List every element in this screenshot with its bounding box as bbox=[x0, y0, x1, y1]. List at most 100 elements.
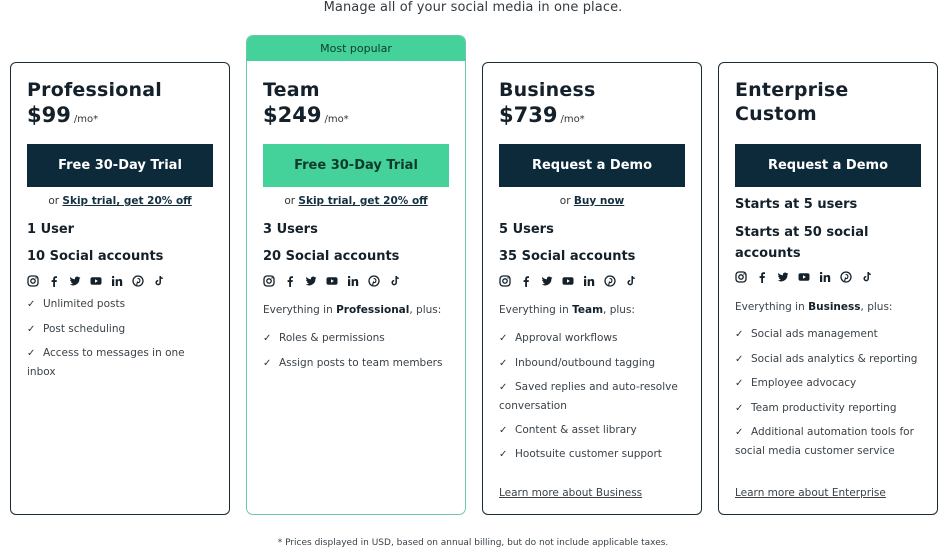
price-line: $99 /mo* bbox=[27, 102, 213, 133]
check-icon: ✓ bbox=[499, 424, 508, 436]
check-icon: ✓ bbox=[27, 323, 36, 335]
free-trial-button[interactable]: Free 30-Day Trial bbox=[27, 144, 213, 187]
pinterest-icon[interactable] bbox=[840, 269, 861, 285]
plan-name: Business bbox=[499, 79, 596, 101]
feature-item: ✓ Approval workflows bbox=[499, 329, 685, 348]
feature-item: ✓ Assign posts to team members bbox=[263, 354, 449, 373]
plan-intro: Everything in Team, plus: bbox=[499, 304, 635, 316]
tiktok-icon[interactable] bbox=[389, 273, 410, 289]
plan-price: Custom bbox=[735, 103, 817, 125]
feature-item: ✓ Post scheduling bbox=[27, 320, 213, 339]
request-demo-button[interactable]: Request a Demo bbox=[735, 144, 921, 187]
plan-card-professional: Professional $99 /mo* Free 30-Day Trial … bbox=[10, 62, 230, 515]
social-accounts-count: 10 Social accounts bbox=[27, 249, 164, 264]
feature-item: ✓ Inbound/outbound tagging bbox=[499, 354, 685, 373]
feature-item: ✓ Social ads analytics & reporting bbox=[735, 350, 921, 369]
plan-price: $249 bbox=[263, 103, 322, 127]
check-icon: ✓ bbox=[499, 449, 508, 460]
users-count: Starts at 5 users bbox=[735, 197, 858, 212]
plan-name: Enterprise bbox=[735, 79, 849, 101]
alt-offer: or Skip trial, get 20% off bbox=[27, 194, 213, 208]
pricing-footnote: * Prices displayed in USD, based on annu… bbox=[277, 538, 669, 548]
feature-item: ✓ Saved replies and auto-resolve conversa… bbox=[499, 381, 678, 412]
twitter-icon[interactable] bbox=[777, 269, 798, 285]
most-popular-badge: Most popular bbox=[247, 36, 465, 61]
alt-prefix: or bbox=[284, 195, 299, 207]
plan-card-team: Most popular Team $249 /mo* Free 30-Day … bbox=[246, 35, 466, 515]
feature-item: ✓ Unlimited posts bbox=[27, 295, 213, 314]
social-icons-row bbox=[263, 273, 449, 289]
youtube-icon[interactable] bbox=[798, 269, 819, 285]
social-accounts-count: Starts at 50 social accounts bbox=[735, 225, 869, 261]
alt-offer: or Buy now bbox=[499, 194, 685, 208]
feature-item: ✓ Content & asset library bbox=[499, 421, 685, 440]
check-icon: ✓ bbox=[735, 402, 744, 414]
users-count: 1 User bbox=[27, 222, 75, 237]
pinterest-icon[interactable] bbox=[132, 273, 153, 289]
alt-prefix: or bbox=[559, 195, 574, 207]
feature-item: ✓ Roles & permissions bbox=[263, 329, 449, 348]
feature-item: ✓ Employee advocacy bbox=[735, 374, 921, 393]
social-icons-row bbox=[499, 273, 685, 289]
twitter-icon[interactable] bbox=[541, 273, 562, 289]
instagram-icon[interactable] bbox=[499, 273, 520, 289]
users-count: 3 Users bbox=[263, 222, 318, 237]
youtube-icon[interactable] bbox=[562, 273, 583, 289]
plan-intro: Everything in Professional, plus: bbox=[263, 304, 442, 316]
check-icon: ✓ bbox=[27, 348, 36, 359]
plan-name: Team bbox=[263, 79, 320, 101]
instagram-icon[interactable] bbox=[735, 269, 756, 285]
social-icons-row bbox=[27, 273, 213, 289]
alt-prefix: or bbox=[48, 195, 63, 207]
instagram-icon[interactable] bbox=[263, 273, 284, 289]
feature-list: ✓ Roles & permissions ✓ Assign posts to te… bbox=[263, 329, 449, 378]
youtube-icon[interactable] bbox=[90, 273, 111, 289]
plan-name: Professional bbox=[27, 79, 162, 101]
tiktok-icon[interactable] bbox=[861, 269, 882, 285]
feature-item: ✓ Hootsuite customer support bbox=[499, 445, 685, 464]
feature-list: ✓ Social ads management ✓ Social ads analy… bbox=[735, 325, 921, 466]
buy-now-link[interactable]: Buy now bbox=[574, 195, 624, 207]
feature-item: ✓ Additional automation tools for social … bbox=[735, 426, 914, 457]
check-icon: ✓ bbox=[27, 299, 36, 310]
feature-list: ✓ Unlimited posts ✓ Post scheduling ✓ Acces… bbox=[27, 295, 213, 387]
twitter-icon[interactable] bbox=[305, 273, 326, 289]
social-icons-row bbox=[735, 269, 921, 285]
facebook-icon[interactable] bbox=[756, 269, 777, 285]
linkedin-icon[interactable] bbox=[819, 269, 840, 285]
linkedin-icon[interactable] bbox=[583, 273, 604, 289]
facebook-icon[interactable] bbox=[284, 273, 305, 289]
learn-more-enterprise-link[interactable]: Learn more about Enterprise bbox=[735, 487, 886, 499]
pinterest-icon[interactable] bbox=[368, 273, 389, 289]
skip-trial-link[interactable]: Skip trial, get 20% off bbox=[62, 195, 191, 207]
check-icon: ✓ bbox=[499, 357, 508, 369]
tiktok-icon[interactable] bbox=[153, 273, 174, 289]
skip-trial-link[interactable]: Skip trial, get 20% off bbox=[298, 195, 427, 207]
check-icon: ✓ bbox=[735, 353, 744, 365]
tiktok-icon[interactable] bbox=[625, 273, 646, 289]
users-count: 5 Users bbox=[499, 222, 554, 237]
plan-price: $739 bbox=[499, 103, 558, 127]
plan-price: $99 bbox=[27, 103, 71, 127]
price-line: $249 /mo* bbox=[263, 102, 449, 133]
request-demo-button[interactable]: Request a Demo bbox=[499, 144, 685, 187]
feature-item: ✓ Access to messages in one inbox bbox=[27, 347, 185, 378]
facebook-icon[interactable] bbox=[48, 273, 69, 289]
plan-card-business: Business $739 /mo* Request a Demo or Buy… bbox=[482, 62, 702, 515]
social-accounts-count: 20 Social accounts bbox=[263, 249, 400, 264]
linkedin-icon[interactable] bbox=[347, 273, 368, 289]
youtube-icon[interactable] bbox=[326, 273, 347, 289]
check-icon: ✓ bbox=[735, 329, 744, 340]
facebook-icon[interactable] bbox=[520, 273, 541, 289]
check-icon: ✓ bbox=[499, 382, 508, 393]
social-accounts-count: 35 Social accounts bbox=[499, 249, 636, 264]
pinterest-icon[interactable] bbox=[604, 273, 625, 289]
feature-item: ✓ Team productivity reporting bbox=[735, 399, 921, 418]
twitter-icon[interactable] bbox=[69, 273, 90, 289]
learn-more-business-link[interactable]: Learn more about Business bbox=[499, 487, 642, 499]
free-trial-button[interactable]: Free 30-Day Trial bbox=[263, 144, 449, 187]
check-icon: ✓ bbox=[499, 333, 508, 344]
linkedin-icon[interactable] bbox=[111, 273, 132, 289]
instagram-icon[interactable] bbox=[27, 273, 48, 289]
price-line: $739 /mo* bbox=[499, 102, 685, 133]
